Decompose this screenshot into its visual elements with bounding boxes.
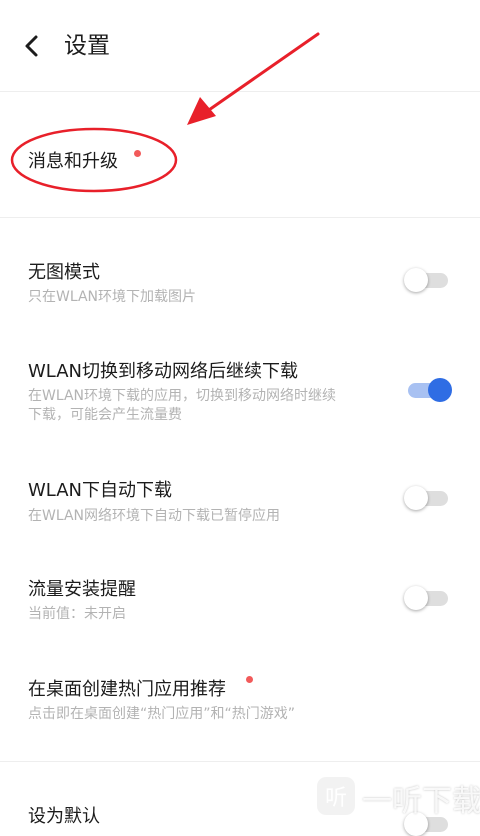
setting-item-messages[interactable]: 消息和升级 [0, 92, 480, 217]
setting-item-wlan-switch-download[interactable]: WLAN切换到移动网络后继续下载 在WLAN环境下载的应用，切换到移动网络时继续… [0, 340, 480, 450]
setting-subtitle: 只在WLAN环境下加载图片 [28, 289, 197, 305]
setting-title: 设为默认 [28, 806, 100, 827]
no-image-toggle[interactable] [404, 268, 450, 292]
setting-subtitle: 当前值：未开启 [28, 606, 126, 622]
traffic-alert-toggle[interactable] [404, 586, 450, 610]
watermark-text: 一听下载 [362, 784, 480, 819]
setting-item-no-image-mode[interactable]: 无图模式 只在WLAN环境下加载图片 [0, 218, 480, 328]
setting-title: WLAN下自动下载 [28, 480, 173, 501]
setting-title: 流量安装提醒 [28, 579, 136, 600]
setting-item-wlan-auto-download[interactable]: WLAN下自动下载 在WLAN网络环境下自动下载已暂停应用 [0, 460, 480, 560]
setting-title: 消息和升级 [28, 151, 118, 172]
setting-title: 在桌面创建热门应用推荐 [28, 679, 226, 700]
back-button[interactable] [16, 30, 48, 62]
setting-subtitle-line1: 在WLAN环境下载的应用，切换到移动网络时继续 [28, 388, 337, 404]
wlan-auto-toggle[interactable] [404, 486, 450, 510]
svg-text:听: 听 [325, 786, 347, 811]
chevron-left-icon [25, 35, 38, 57]
setting-title: 无图模式 [28, 262, 100, 283]
setting-subtitle: 点击即在桌面创建“热门应用”和“热门游戏” [28, 706, 296, 722]
setting-item-traffic-alert[interactable]: 流量安装提醒 当前值：未开启 [0, 560, 480, 660]
watermark-logo-icon: 听 [316, 776, 356, 816]
page-title: 设置 [64, 33, 110, 59]
app-header: 设置 [0, 0, 480, 92]
setting-subtitle-line2: 下载，可能会产生流量费 [28, 407, 182, 423]
new-badge-dot [246, 676, 253, 683]
watermark: 听 一听下载 [312, 770, 480, 826]
setting-title: WLAN切换到移动网络后继续下载 [28, 361, 299, 382]
setting-item-desktop-hot-apps[interactable]: 在桌面创建热门应用推荐 点击即在桌面创建“热门应用”和“热门游戏” [0, 660, 480, 760]
setting-subtitle: 在WLAN网络环境下自动下载已暂停应用 [28, 508, 281, 524]
new-badge-dot [134, 150, 141, 157]
wlan-switch-toggle[interactable] [406, 378, 452, 402]
